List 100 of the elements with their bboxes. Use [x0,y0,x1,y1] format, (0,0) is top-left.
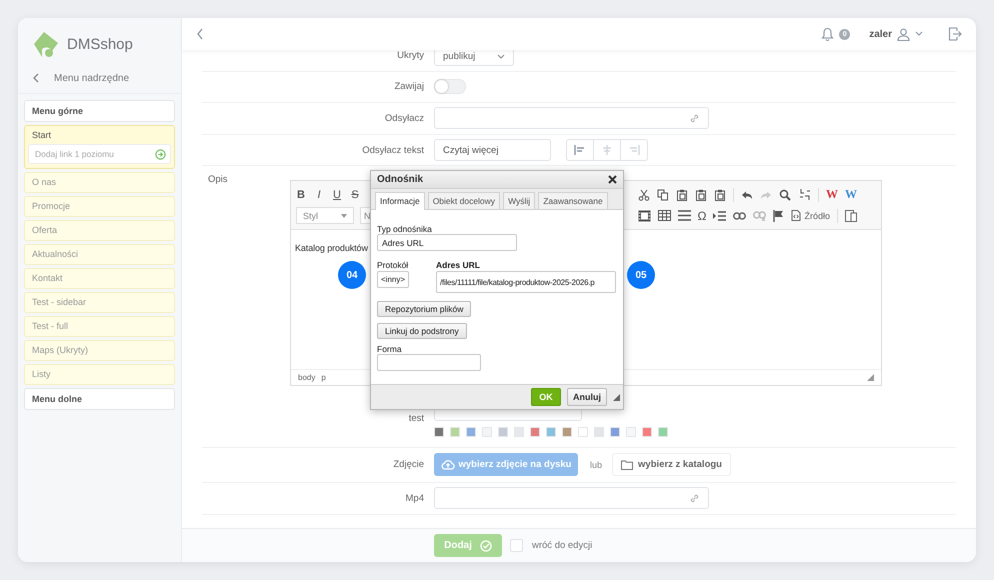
paste-icon[interactable] [676,188,688,201]
color-swatch[interactable] [626,427,636,438]
resize-handle-icon[interactable] [613,394,620,400]
cancel-button[interactable]: Anuluj [567,388,607,406]
color-swatch[interactable] [642,427,652,438]
element-path-link[interactable]: p [321,373,326,382]
link-icon [689,492,700,504]
document-code-icon [791,210,802,222]
field-label: test [408,412,425,424]
field-label: Adres URL [436,260,480,270]
bell-icon[interactable] [821,26,834,42]
paste-icon[interactable] [695,188,707,201]
link-icon [689,112,700,124]
dialog-button[interactable]: Repozytorium plików [377,301,472,317]
flag-icon[interactable] [773,210,784,222]
field-label: Forma [377,344,402,354]
format-button[interactable]: B [296,188,306,201]
maximize-icon[interactable] [845,210,857,222]
search-icon[interactable] [779,188,791,201]
chevron-left-icon[interactable] [32,73,40,83]
copy-icon[interactable] [657,188,669,201]
paste-icon[interactable] [714,188,726,201]
caret-icon[interactable] [915,31,923,37]
step-marker: 04 [338,261,366,289]
or-text: lub [590,460,602,470]
table-icon[interactable] [658,210,670,222]
choose-from-catalog-button[interactable]: wybierz z katalogu [612,453,732,476]
color-swatch[interactable] [546,427,556,438]
align-icon [574,145,586,156]
field-label: Odsyłacz [384,112,425,124]
format-button[interactable]: I [314,188,324,201]
caret-icon [497,54,505,58]
close-icon[interactable] [608,175,617,184]
source-button[interactable]: Źródło [791,210,830,222]
mp4-field[interactable] [434,487,709,510]
return-checkbox[interactable] [510,539,523,552]
menu-item[interactable]: Start Dodaj link 1 poziomu [24,125,175,169]
align-icon [628,145,640,156]
element-path-link[interactable]: body [298,373,316,382]
dialog-button[interactable]: Linkuj do podstrony [377,323,467,339]
step-marker: 05 [627,261,655,289]
dialog-tab[interactable]: Obiekt docelowy [428,192,500,209]
return-checkbox-label[interactable]: wróć do edycji [532,540,592,551]
editor-text: Katalog produktów [295,243,368,254]
field-label: Protokół [377,260,408,270]
color-swatch[interactable] [530,427,540,438]
check-circle-icon [480,540,492,552]
color-swatch[interactable] [578,427,588,438]
link-type-select[interactable]: Adres URL [377,234,517,251]
dialog-tab[interactable]: Informacje [375,192,425,210]
resize-handle-icon[interactable] [867,374,874,382]
parent-menu-link[interactable]: Menu nadrzędne [54,72,130,84]
color-swatch[interactable] [514,427,524,438]
redo-icon [760,190,772,200]
paste-from-word-button[interactable]: W [826,187,838,202]
dialog-tab[interactable]: Zaawansowane [538,192,608,209]
format-button[interactable]: U [332,188,342,201]
form-field[interactable] [377,354,481,371]
visibility-select[interactable]: publikuj [434,50,514,66]
caret-icon [341,214,347,218]
logout-icon[interactable] [948,27,962,41]
indent-icon[interactable] [713,210,726,221]
field-label: Opis [207,174,229,186]
user-name[interactable]: zaler [869,28,892,40]
link-field[interactable] [434,107,709,130]
chevron-left-icon[interactable] [196,28,204,40]
scissors-icon[interactable] [638,188,650,201]
style-select[interactable]: Styl [296,207,354,224]
color-swatch[interactable] [498,427,508,438]
color-swatch[interactable] [450,427,460,438]
format-button[interactable]: S [350,188,360,201]
menu-section[interactable]: Menu górne [24,100,175,122]
arrow-right-circle-icon[interactable] [155,148,166,160]
protocol-select[interactable]: <inny> [377,271,410,288]
color-swatch[interactable] [658,427,668,438]
field-label: Mp4 [404,492,425,504]
dialog-tab[interactable]: Wyślij [503,192,536,209]
unlink-icon [753,210,766,221]
special-character-button[interactable]: Ω [698,208,706,223]
user-icon[interactable] [897,28,910,40]
align-icon [601,145,613,156]
color-swatch[interactable] [594,427,604,438]
wrap-toggle[interactable] [434,79,466,94]
undo-icon[interactable] [741,190,753,200]
menu-section[interactable]: Menu dolne [24,388,175,410]
film-icon[interactable] [638,210,650,222]
paste-from-word-button[interactable]: W [845,187,857,202]
color-swatch[interactable] [466,427,476,438]
color-swatch[interactable] [562,427,572,438]
link-icon[interactable] [733,212,746,220]
link-text-field[interactable]: Czytaj więcej [434,139,551,162]
color-swatch[interactable] [434,427,444,438]
url-field[interactable]: /files/11111/file/katalog-produktow-2025-2026.p [436,271,616,293]
folder-icon [621,460,634,470]
color-swatch[interactable] [482,427,492,438]
menu-item-label[interactable]: Start [28,130,171,140]
color-swatch[interactable] [610,427,620,438]
horizontal-line-icon[interactable] [678,210,690,222]
field-label: Zdjęcie [392,459,425,470]
dialog-title: Odnośnik [377,174,424,185]
